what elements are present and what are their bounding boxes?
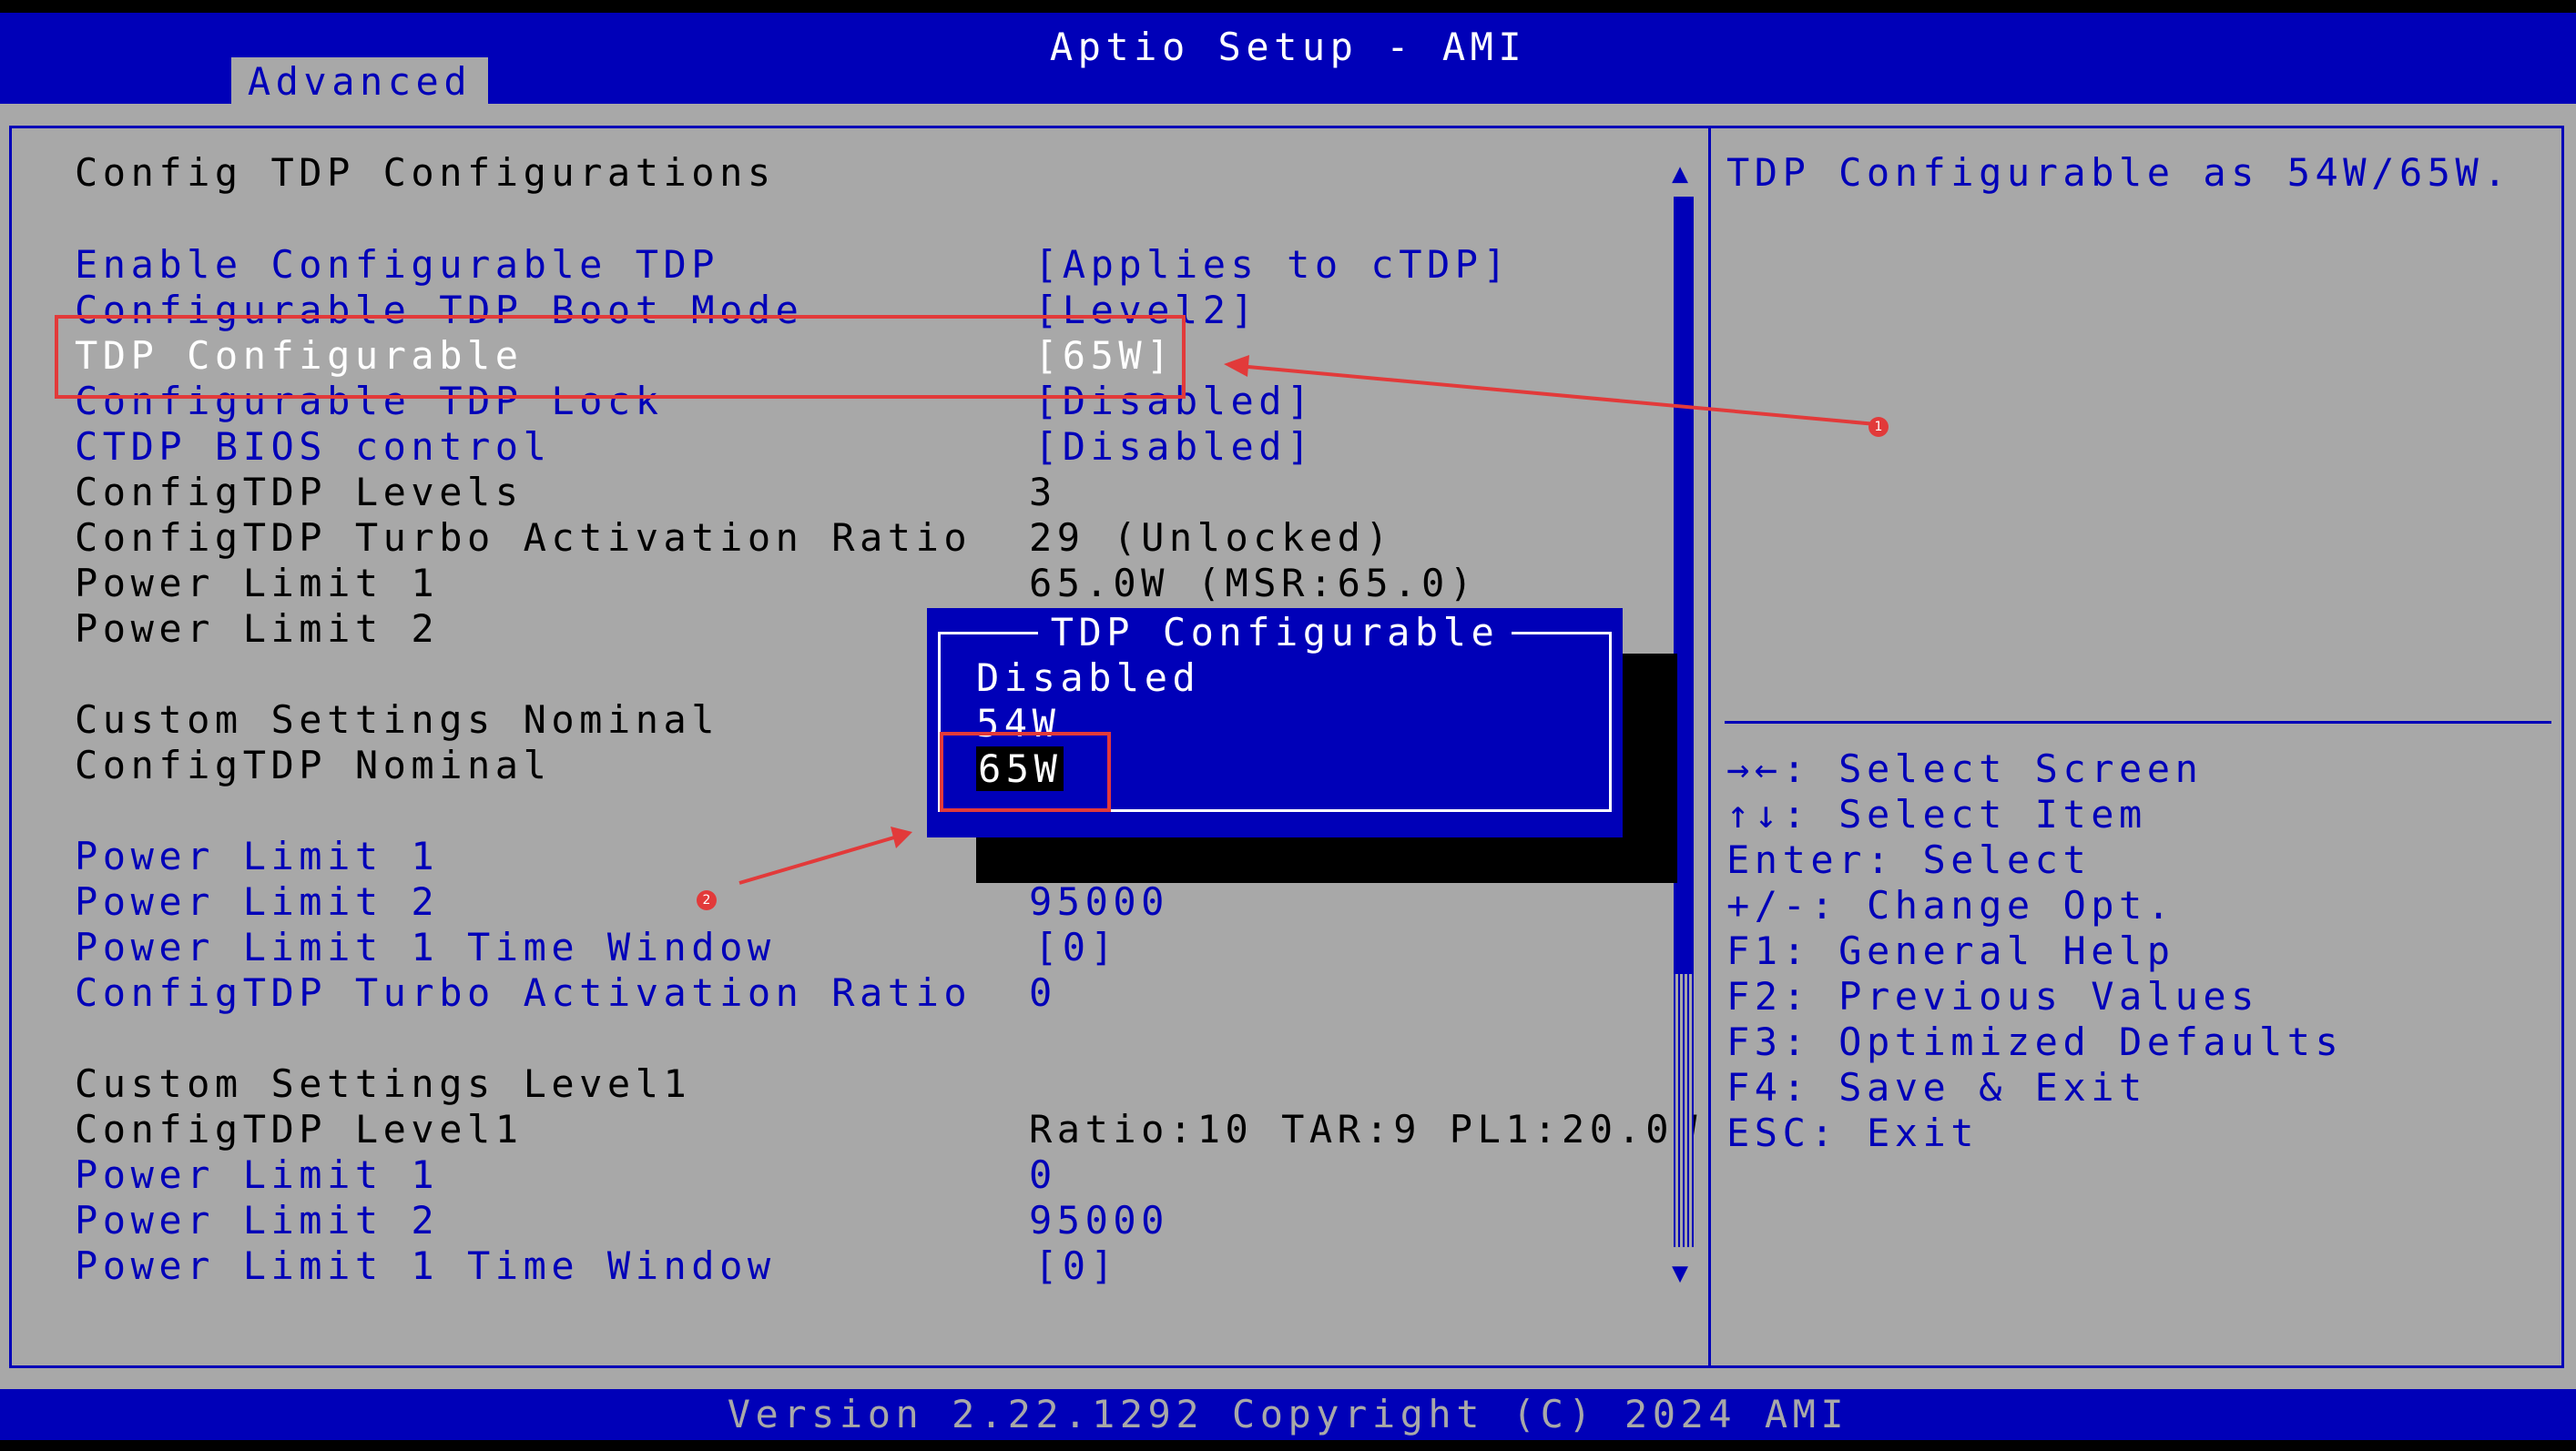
annotation-arrowhead-1 [1224, 355, 1249, 377]
annotation-arrows [738, 355, 1877, 885]
annotation-arrow-1 [1237, 364, 1877, 426]
annotation-marker-2: 2 [697, 890, 717, 910]
annotation-marker-1: 1 [1868, 417, 1889, 437]
status-bar: Version 2.22.1292 Copyright (C) 2024 AMI [0, 1389, 2576, 1440]
annotation-arrowhead-2 [891, 827, 912, 848]
version-text: Version 2.22.1292 Copyright (C) 2024 AMI [727, 1392, 1849, 1436]
annotation-arrow-2 [738, 836, 895, 885]
